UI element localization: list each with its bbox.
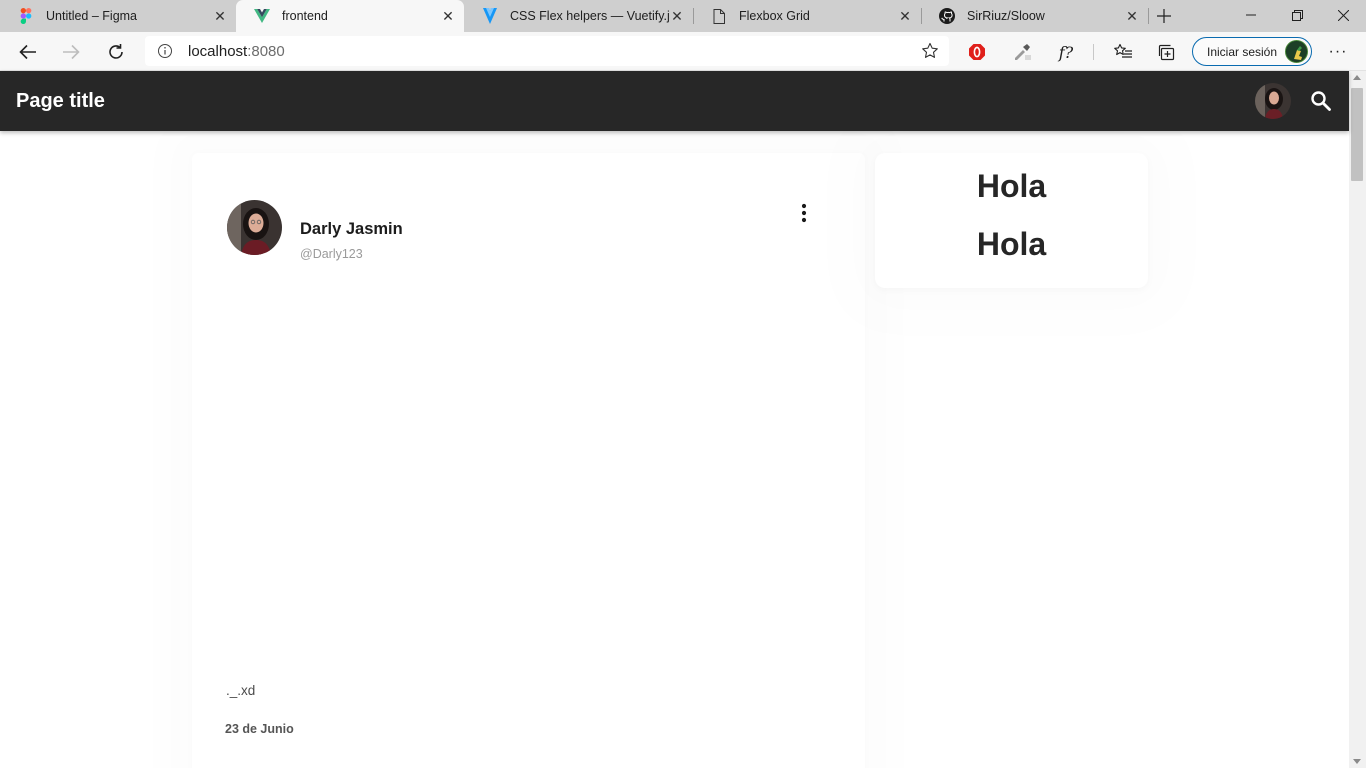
url-text[interactable]: localhost:8080 [188, 43, 285, 60]
post-author-handle: @Darly123 [300, 247, 363, 261]
page-icon [711, 8, 727, 24]
tab-frontend[interactable]: frontend ✕ [236, 0, 464, 32]
restore-button[interactable] [1274, 0, 1320, 30]
side-card: Hola Hola [875, 153, 1148, 288]
collections-icon [1158, 44, 1175, 61]
page-title: Page title [16, 90, 105, 112]
restore-icon [1291, 9, 1303, 21]
side-card-line: Hola [976, 226, 1047, 262]
extension-font-button[interactable]: f? [1051, 37, 1081, 67]
sign-in-label: Iniciar sesión [1207, 44, 1278, 59]
tab-title: SirRiuz/Sloow [967, 9, 1045, 23]
star-icon[interactable] [921, 42, 939, 60]
address-bar[interactable]: localhost:8080 [145, 36, 949, 66]
side-card-line: Hola [976, 168, 1047, 204]
font-question-icon: f? [1058, 42, 1074, 62]
close-tab-icon[interactable]: ✕ [1124, 8, 1140, 24]
new-tab-button[interactable] [1152, 4, 1176, 28]
profile-avatar [1285, 40, 1308, 63]
url-port: :8080 [247, 43, 285, 60]
arrow-right-icon [63, 44, 80, 60]
app-bar: Page title [0, 71, 1349, 131]
close-tab-icon[interactable]: ✕ [212, 8, 228, 24]
post-menu-button[interactable] [790, 199, 818, 227]
extension-eyedropper-button[interactable] [1007, 37, 1037, 67]
minimize-icon [1246, 14, 1256, 16]
main-content: Darly Jasmin @Darly123 ._.xd 23 de Junio… [0, 131, 1349, 768]
post-author-avatar[interactable] [227, 200, 282, 255]
vue-icon [254, 8, 270, 24]
vuetify-icon [482, 8, 498, 24]
tab-github[interactable]: SirRiuz/Sloow ✕ [921, 0, 1148, 32]
close-tab-icon[interactable]: ✕ [440, 8, 456, 24]
post-card: Darly Jasmin @Darly123 ._.xd 23 de Junio [192, 153, 865, 768]
scrollbar-thumb[interactable] [1351, 88, 1363, 181]
figma-icon [18, 8, 34, 24]
search-icon [1311, 91, 1331, 111]
vertical-scrollbar[interactable] [1349, 71, 1366, 768]
tab-vuetify[interactable]: CSS Flex helpers — Vuetify.js ✕ [464, 0, 693, 32]
close-icon [1337, 9, 1349, 21]
forward-button[interactable] [56, 37, 86, 67]
reload-button[interactable] [101, 37, 131, 67]
back-button[interactable] [13, 37, 43, 67]
browser-tab-strip: Untitled – Figma ✕ frontend ✕ CSS Flex h… [0, 0, 1366, 32]
settings-more-button[interactable]: ··· [1323, 37, 1353, 67]
ellipsis-icon: ··· [1328, 43, 1348, 60]
tab-divider [1148, 8, 1149, 24]
post-text: ._.xd [226, 683, 256, 698]
post-date: 23 de Junio [225, 722, 294, 736]
scroll-down-arrow-icon[interactable] [1353, 759, 1361, 764]
tab-flexbox-grid[interactable]: Flexbox Grid ✕ [693, 0, 921, 32]
tab-title: Flexbox Grid [739, 9, 810, 23]
github-icon [939, 8, 955, 24]
browser-toolbar: localhost:8080 f? Iniciar sesión ··· [0, 32, 1366, 71]
search-button[interactable] [1309, 89, 1333, 113]
info-icon[interactable] [157, 43, 173, 59]
eyedropper-icon [1015, 44, 1031, 60]
collections-button[interactable] [1152, 37, 1182, 67]
sign-in-button[interactable]: Iniciar sesión [1192, 37, 1312, 66]
stop-sign-icon [969, 44, 985, 60]
tab-title: CSS Flex helpers — Vuetify.js [510, 9, 669, 23]
tab-title: Untitled – Figma [46, 9, 138, 23]
scroll-up-arrow-icon[interactable] [1353, 75, 1361, 80]
arrow-left-icon [19, 44, 36, 60]
user-avatar[interactable] [1255, 83, 1291, 119]
plus-icon [1157, 9, 1171, 23]
toolbar-divider [1093, 44, 1094, 60]
tab-figma[interactable]: Untitled – Figma ✕ [0, 0, 236, 32]
close-tab-icon[interactable]: ✕ [669, 8, 685, 24]
url-host: localhost [188, 43, 248, 60]
tab-title: frontend [282, 9, 328, 23]
favorites-list-icon [1114, 43, 1132, 58]
reload-icon [109, 44, 123, 59]
more-vertical-icon [801, 203, 807, 223]
post-author-name[interactable]: Darly Jasmin [300, 220, 403, 239]
extension-opera-button[interactable] [962, 37, 992, 67]
close-tab-icon[interactable]: ✕ [897, 8, 913, 24]
minimize-button[interactable] [1228, 0, 1274, 30]
favorites-button[interactable] [1108, 37, 1138, 67]
close-window-button[interactable] [1320, 0, 1366, 30]
